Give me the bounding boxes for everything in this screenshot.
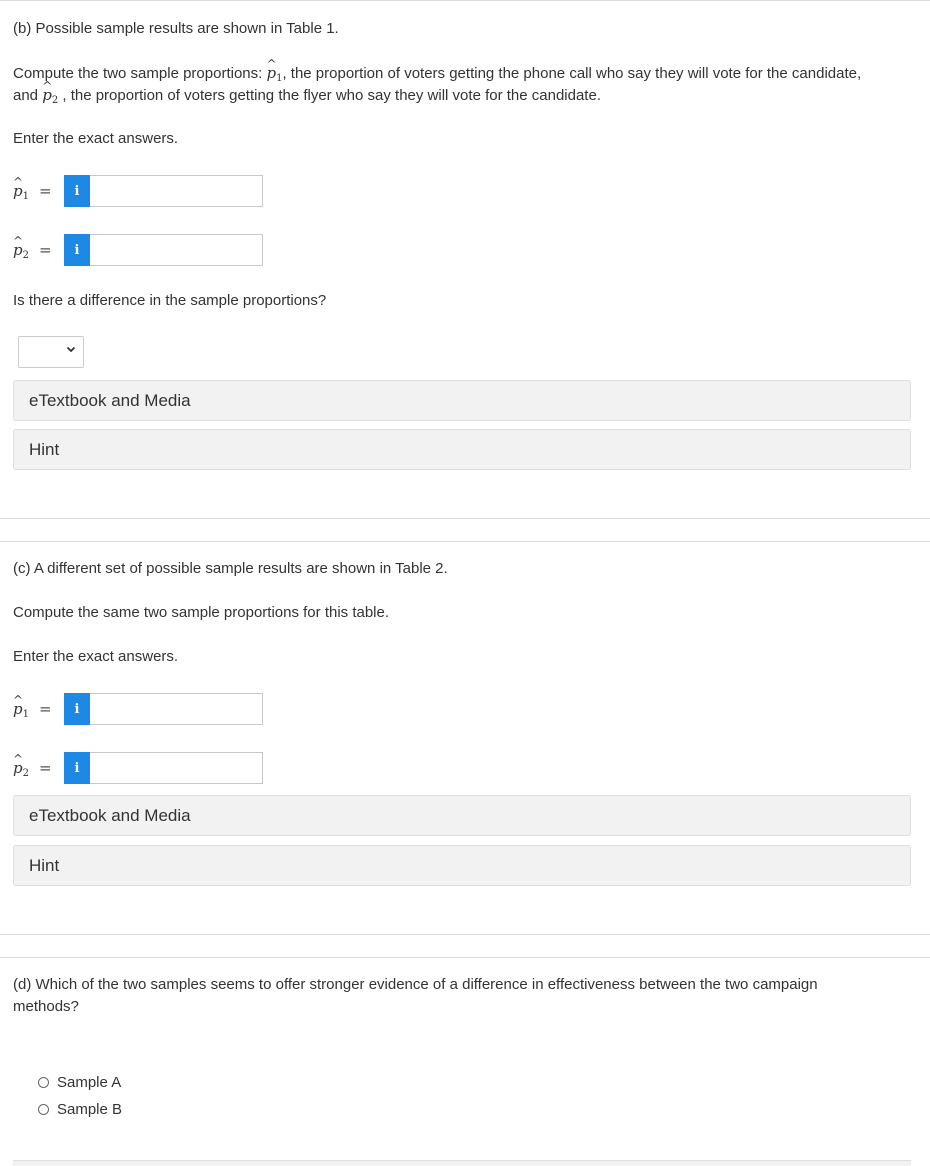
part-d-question: (d) Which of the two samples seems to of…: [13, 976, 818, 1015]
part-c-etextbook-panel[interactable]: eTextbook and Media: [13, 795, 911, 836]
part-c-p1-info-icon[interactable]: i: [64, 693, 90, 725]
part-c-p2-input[interactable]: [90, 752, 263, 784]
next-panel-edge: [13, 1160, 911, 1166]
part-c-p2-label: ^ p2 =: [13, 752, 52, 779]
part-b-p2-input[interactable]: [90, 234, 263, 266]
part-b-exact-instruction: Enter the exact answers.: [13, 130, 179, 147]
part-c-heading: (c) A different set of possible sample r…: [13, 560, 448, 577]
section-divider: [0, 934, 930, 935]
sample-a-option[interactable]: Sample A: [38, 1071, 121, 1093]
chevron-down-icon: [66, 344, 76, 357]
part-b-p1-input[interactable]: [90, 175, 263, 207]
part-b-p1-label: ^ p1 =: [13, 175, 52, 202]
difference-select[interactable]: [18, 336, 84, 368]
section-divider: [0, 518, 930, 519]
sample-b-option[interactable]: Sample B: [38, 1098, 122, 1120]
part-b-etextbook-panel[interactable]: eTextbook and Media: [13, 380, 911, 421]
part-c-exact-instruction: Enter the exact answers.: [13, 648, 179, 665]
top-border: [0, 0, 930, 1]
part-c-hint-panel[interactable]: Hint: [13, 845, 911, 886]
part-c-p1-input[interactable]: [90, 693, 263, 725]
difference-question: Is there a difference in the sample prop…: [13, 292, 327, 309]
part-b-p2-info-icon[interactable]: i: [64, 234, 90, 266]
part-c-p2-info-icon[interactable]: i: [64, 752, 90, 784]
part-c-p1-label: ^ p1 =: [13, 693, 52, 720]
part-b-p1-info-icon[interactable]: i: [64, 175, 90, 207]
radio-button[interactable]: [38, 1076, 49, 1088]
radio-button[interactable]: [38, 1103, 49, 1115]
part-b-compute-line2: and ^ p2 , the proportion of voters getti…: [13, 79, 918, 112]
part-b-hint-panel[interactable]: Hint: [13, 429, 911, 470]
section-divider: [0, 957, 930, 958]
part-b-heading: (b) Possible sample results are shown in…: [13, 20, 339, 37]
part-b-p2-label: ^ p2 =: [13, 234, 52, 261]
part-c-compute: Compute the same two sample proportions …: [13, 604, 390, 621]
p2-hat-symbol: ^ p2: [42, 79, 59, 106]
section-divider: [0, 541, 930, 542]
